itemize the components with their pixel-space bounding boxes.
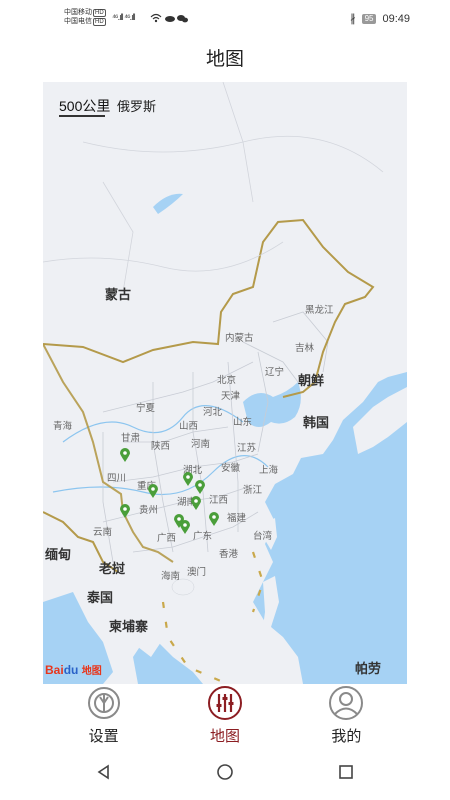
label-country: 泰国 — [87, 590, 114, 605]
label-province: 四川 — [107, 473, 127, 484]
location-pin-icon[interactable] — [195, 480, 205, 494]
system-navigation-bar — [43, 752, 407, 792]
hd-badge: HD — [93, 9, 106, 17]
label-country: 朝鲜 — [298, 373, 325, 388]
baidu-logo-du: du — [63, 663, 79, 677]
label-country: 帕劳 — [355, 661, 382, 676]
hd-badge: HD — [93, 18, 106, 26]
label-country: 蒙古 — [105, 287, 132, 302]
label-province: 辽宁 — [265, 367, 285, 378]
recents-button[interactable] — [326, 752, 366, 792]
label-province: 江苏 — [237, 443, 257, 454]
label-country: 柬埔寨 — [109, 619, 149, 634]
label-province: 云南 — [93, 527, 113, 538]
baidu-logo: Baidu 地图 — [45, 662, 102, 677]
label-province: 宁夏 — [136, 403, 156, 414]
map-scale-label: 500公里 — [59, 98, 111, 114]
tab-label: 地图 — [209, 728, 240, 745]
settings-icon — [87, 687, 120, 719]
tab-settings[interactable]: 设置 — [43, 684, 164, 748]
page-title: 地图 — [205, 49, 244, 70]
location-pin-icon[interactable] — [148, 484, 158, 498]
label-province: 北京 — [217, 375, 237, 386]
label-province: 广东 — [193, 531, 213, 542]
carrier-info: 中国移动 HD 中国电信 HD — [64, 8, 106, 26]
location-pin-icon[interactable] — [180, 520, 190, 534]
location-pin-icon[interactable] — [120, 448, 130, 462]
location-pin-icon[interactable] — [120, 504, 130, 518]
label-province: 吉林 — [295, 343, 315, 354]
label-province: 香港 — [219, 549, 239, 560]
label-province: 甘肃 — [121, 433, 141, 444]
clock: 09:49 — [382, 12, 410, 25]
location-pin-icon[interactable] — [191, 496, 201, 510]
label-province: 江西 — [209, 495, 229, 506]
map-equalizer-icon — [207, 686, 242, 720]
battery-icon: 95 — [361, 13, 377, 24]
back-triangle-icon — [97, 764, 109, 780]
label-province: 青海 — [53, 421, 73, 432]
tab-label: 设置 — [88, 728, 119, 745]
label-country: 缅甸 — [45, 547, 72, 562]
phone-screen: 中国移动 HD 中国电信 HD ⁴⁶.ıll ⁴⁶.ıll ∦ 95 09:49 地… — [0, 0, 450, 800]
label-country: 俄罗斯 — [117, 99, 157, 114]
label-province: 浙江 — [243, 485, 263, 496]
tab-map[interactable]: 地图 — [164, 684, 285, 748]
map-view[interactable]: 500公里 俄罗斯 蒙古 朝鲜 韩国 缅甸 老挝 泰国 柬埔寨 帕劳 黑龙江 吉… — [43, 82, 407, 684]
label-province: 上海 — [259, 465, 279, 476]
carrier-1: 中国移动 — [64, 9, 92, 16]
location-pin-icon[interactable] — [209, 512, 219, 526]
tab-label: 我的 — [331, 728, 362, 745]
label-country: 老挝 — [99, 561, 126, 576]
label-country: 韩国 — [303, 415, 330, 430]
tab-profile[interactable]: 我的 — [286, 684, 407, 748]
wifi-cloud-wechat-icon — [150, 13, 188, 23]
label-province: 天津 — [221, 391, 241, 402]
label-province: 安徽 — [221, 463, 241, 474]
map-scale-bar — [59, 115, 105, 117]
signal-icon: ⁴⁶.ıll ⁴⁶.ıll — [112, 12, 136, 22]
label-province: 海南 — [161, 571, 181, 582]
label-province: 广西 — [157, 533, 177, 544]
back-button[interactable] — [84, 752, 124, 792]
location-pin-icon[interactable] — [183, 472, 193, 486]
status-bar: 中国移动 HD 中国电信 HD ⁴⁶.ıll ⁴⁶.ıll ∦ 95 09:49 — [0, 0, 450, 36]
label-province: 贵州 — [139, 505, 159, 516]
label-province: 台湾 — [253, 531, 273, 542]
system-indicators: ∦ 95 09:49 — [350, 12, 410, 26]
baidu-logo-cn: 地图 — [81, 666, 102, 677]
label-province: 陕西 — [151, 441, 171, 452]
label-province: 山西 — [179, 421, 199, 432]
home-button[interactable] — [205, 752, 245, 792]
label-province: 福建 — [227, 513, 247, 524]
label-province: 内蒙古 — [225, 333, 254, 344]
label-province: 河南 — [191, 439, 211, 450]
bottom-tab-bar: 设置 地图 我的 — [43, 684, 407, 748]
baidu-logo-bai: Bai — [45, 663, 64, 677]
user-icon — [329, 686, 364, 720]
bluetooth-icon: ∦ — [350, 13, 356, 25]
label-province: 澳门 — [187, 567, 207, 578]
label-province: 黑龙江 — [305, 305, 334, 316]
recents-square-icon — [339, 765, 354, 779]
label-province: 河北 — [203, 407, 223, 418]
home-circle-icon — [217, 764, 233, 780]
carrier-2: 中国电信 — [64, 18, 92, 25]
label-province: 山东 — [233, 417, 253, 428]
